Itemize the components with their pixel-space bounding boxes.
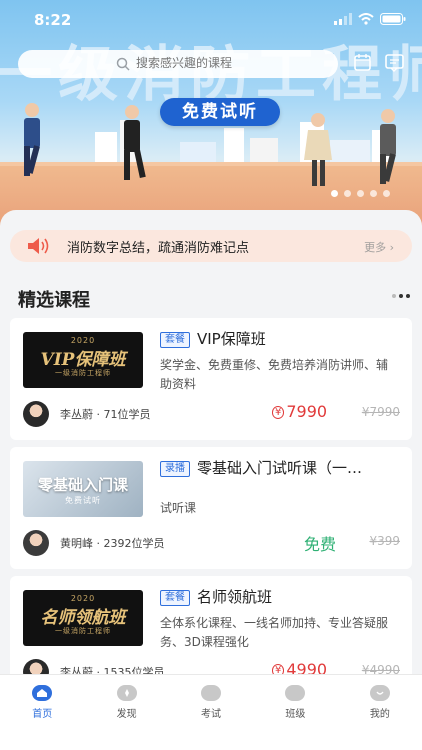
profile-icon: [369, 685, 390, 701]
search-bar[interactable]: [18, 50, 338, 78]
message-icon[interactable]: [382, 50, 408, 76]
teacher-avatar: [23, 530, 49, 556]
pager-dot: [399, 294, 403, 298]
course-description: 奖学金、免费重修、免费培养消防讲师、辅助资料: [160, 358, 389, 391]
status-time: 8:22: [34, 11, 72, 29]
course-description: 全体系化课程、一线名师加持、专业答疑服务、3D课程强化: [160, 616, 389, 649]
status-icons: [334, 13, 406, 25]
carousel-dot[interactable]: [357, 190, 364, 197]
tab-exam[interactable]: 考试: [169, 675, 253, 750]
speaker-icon: [28, 238, 49, 254]
tab-label: 首页: [32, 709, 53, 720]
exam-icon: [201, 685, 222, 701]
battery-icon: [380, 13, 406, 25]
tab-label: 班级: [285, 709, 306, 720]
course-price: 免费: [304, 535, 337, 554]
course-card[interactable]: 2020 VIP保障班 一级消防工程师 套餐 VIP保障班 奖学金、免费重修、免…: [10, 318, 412, 440]
walking-person-illustration: [304, 113, 332, 186]
teacher-info: 黄明峰 · 2392位学员: [60, 537, 165, 550]
section-title: 精选课程: [18, 290, 90, 311]
tab-label: 发现: [116, 709, 137, 720]
walking-person-illustration: [24, 103, 40, 176]
calendar-icon[interactable]: [350, 50, 376, 76]
thumbnail-year: 2020: [70, 594, 96, 603]
tab-class[interactable]: 班级: [253, 675, 337, 750]
tab-profile[interactable]: 我的: [338, 675, 422, 750]
course-title: 名师领航班: [197, 588, 273, 606]
course-thumbnail: 零基础入门课 免费试听: [23, 461, 143, 517]
thumbnail-subtitle: 一级消防工程师: [55, 627, 111, 635]
teacher-avatar: [23, 401, 49, 427]
course-tag: 录播: [160, 461, 190, 477]
notice-more-link[interactable]: 更多 ›: [364, 239, 394, 255]
course-card[interactable]: 零基础入门课 免费试听 录播 零基础入门试听课（一… 试听课 黄明峰 · 239…: [10, 447, 412, 569]
course-title: 零基础入门试听课（一…: [197, 459, 363, 477]
class-icon: [285, 685, 306, 701]
carousel-dot[interactable]: [331, 190, 338, 197]
compass-icon: [116, 685, 137, 701]
price-value: 7990: [286, 402, 328, 421]
course-description: 试听课: [160, 501, 197, 515]
carousel-dot[interactable]: [344, 190, 351, 197]
main-content: 消防数字总结，疏通消防难记点 更多 › 精选课程 2020 VIP保障班 一级消…: [0, 210, 422, 750]
thumbnail-subtitle: 免费试听: [65, 496, 101, 505]
tab-home[interactable]: 首页: [0, 675, 84, 750]
bottom-tab-bar: 首页 发现 考试 班级 我的: [0, 674, 422, 750]
home-icon: [32, 685, 53, 701]
teacher-info: 李丛蔚 · 71位学员: [60, 408, 151, 421]
section-pager: [392, 294, 410, 298]
tab-label: 考试: [201, 709, 222, 720]
thumbnail-title: 零基础入门课: [37, 476, 128, 494]
thumbnail-subtitle: 一级消防工程师: [55, 369, 111, 377]
original-price: ¥7990: [361, 405, 400, 419]
thumbnail-title: VIP保障班: [40, 350, 126, 370]
tab-label: 我的: [369, 709, 390, 720]
thumbnail-year: 2020: [70, 336, 96, 345]
course-thumbnail: 2020 名师领航班 一级消防工程师: [23, 590, 143, 646]
carousel-indicator: [331, 190, 390, 197]
search-icon: [116, 57, 130, 71]
original-price-value: 7990: [369, 405, 400, 419]
notice-text: 消防数字总结，疏通消防难记点: [67, 241, 250, 256]
course-title: VIP保障班: [197, 330, 266, 348]
search-input[interactable]: [136, 56, 326, 70]
status-bar: 8:22: [0, 0, 422, 40]
wifi-icon: [358, 13, 374, 25]
pager-dot: [392, 294, 396, 298]
course-tag: 套餐: [160, 332, 190, 348]
signal-icon: [334, 13, 352, 25]
banner-tag: 免费试听: [160, 98, 280, 126]
carousel-dot[interactable]: [370, 190, 377, 197]
original-price: ¥399: [369, 534, 400, 548]
course-tag: 套餐: [160, 590, 190, 606]
walking-person-illustration: [124, 105, 146, 180]
pager-dot: [406, 294, 410, 298]
notice-bar[interactable]: 消防数字总结，疏通消防难记点 更多 ›: [10, 230, 412, 262]
course-price: ¥7990: [272, 402, 327, 421]
currency-icon: ¥: [272, 406, 285, 419]
course-thumbnail: 2020 VIP保障班 一级消防工程师: [23, 332, 143, 388]
thumbnail-title: 名师领航班: [40, 608, 126, 628]
tab-discover[interactable]: 发现: [84, 675, 168, 750]
app-page: 一级消防工程师 免费试听: [0, 0, 422, 750]
walking-person-illustration: [380, 109, 396, 184]
original-price-value: 399: [377, 534, 400, 548]
carousel-dot[interactable]: [383, 190, 390, 197]
